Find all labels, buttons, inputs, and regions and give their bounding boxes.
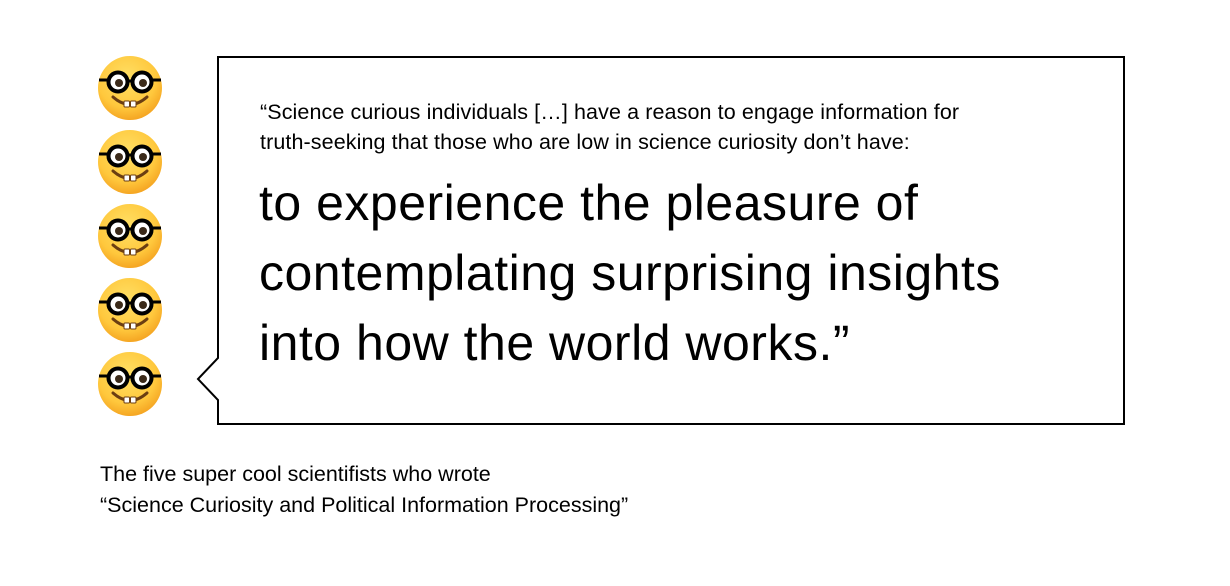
- quote-main-line: contemplating surprising insights: [259, 245, 1001, 301]
- caption: The five super cool scientifists who wro…: [100, 459, 628, 521]
- caption-line: The five super cool scientifists who wro…: [100, 462, 491, 486]
- quote-intro-line: truth-seeking that those who are low in …: [260, 130, 910, 154]
- quote-intro-line: “Science curious individuals […] have a …: [260, 100, 960, 124]
- quote-main-line: into how the world works.”: [259, 315, 851, 371]
- quote-intro: “Science curious individuals […] have a …: [260, 97, 1100, 157]
- quote-main-line: to experience the pleasure of: [259, 175, 919, 231]
- caption-line: “Science Curiosity and Political Informa…: [100, 493, 629, 517]
- quote-main: to experience the pleasure of contemplat…: [259, 168, 1109, 378]
